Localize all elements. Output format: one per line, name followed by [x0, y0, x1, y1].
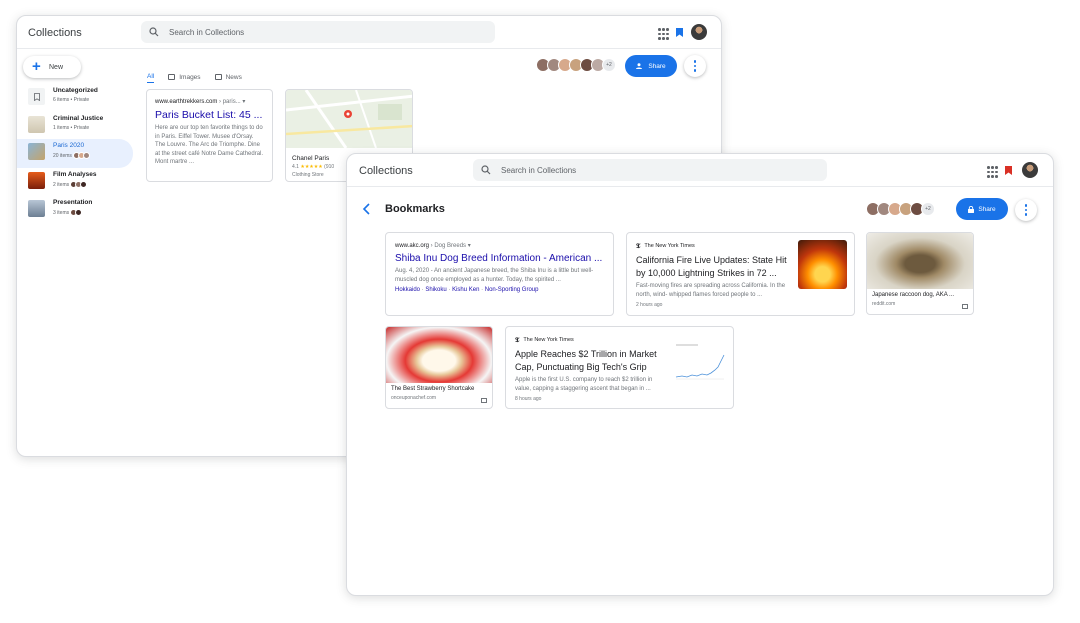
collection-thumbnail: [28, 172, 45, 189]
sidebar-item-criminal-justice[interactable]: Criminal Justice 1 items • Private: [17, 112, 133, 140]
sidebar-item-label: Film Analyses: [53, 171, 97, 178]
map-thumbnail: [286, 90, 412, 149]
search-placeholder: Search in Collections: [501, 165, 577, 175]
back-arrow-icon[interactable]: [361, 202, 373, 216]
sidebar-item-film-analyses[interactable]: Film Analyses 2 items •: [17, 168, 133, 196]
tag-link[interactable]: Shikoku: [425, 287, 446, 293]
collection-thumbnail: [28, 116, 45, 133]
stock-chart-thumbnail: [674, 337, 726, 385]
plus-icon: +: [32, 58, 41, 75]
share-button[interactable]: Share: [956, 198, 1008, 220]
top-bar: Collections Search in Collections: [17, 16, 721, 49]
tag-link[interactable]: Non-Sporting Group: [485, 287, 539, 293]
account-avatar[interactable]: [1022, 162, 1038, 178]
sidebar-item-meta: 6 items • Private: [53, 97, 90, 103]
image-icon: [481, 398, 487, 403]
filter-tabs: All Images News: [147, 71, 256, 83]
tab-images[interactable]: Images: [168, 71, 201, 83]
share-label: Share: [978, 205, 996, 213]
related-tags: Hokkaido · Shikoku · Kishu Ken · Non-Spo…: [395, 287, 539, 293]
collection-thumbnail: [28, 143, 45, 160]
search-input[interactable]: Search in Collections: [473, 159, 827, 181]
more-collaborators-count: +2: [921, 202, 935, 216]
card-title[interactable]: Paris Bucket List: 45 ...: [155, 109, 264, 121]
apps-grid-icon[interactable]: [658, 28, 670, 40]
collaborator-avatars[interactable]: +2: [866, 202, 935, 216]
tag-link[interactable]: Kishu Ken: [452, 287, 479, 293]
card-source: www.earthtrekkers.com › paris... ▾: [155, 99, 246, 105]
sidebar-item-label: Presentation: [53, 199, 93, 206]
search-icon: [149, 27, 159, 37]
image-icon: [962, 304, 968, 309]
app-title: Collections: [28, 27, 82, 39]
sidebar-item-label: Paris 2020: [53, 142, 85, 149]
page-title: Bookmarks: [385, 203, 445, 215]
fire-thumbnail: [798, 240, 847, 289]
account-avatar[interactable]: [691, 24, 707, 40]
shiba-inu-card[interactable]: www.akc.org › Dog Breeds ▾ Shiba Inu Dog…: [385, 232, 614, 316]
share-button[interactable]: Share: [625, 55, 677, 77]
image-icon: [168, 74, 176, 80]
sidebar-item-meta: 2 items •: [53, 181, 96, 188]
raccoon-dog-image: [867, 233, 973, 289]
bookmark-outline-icon: [28, 88, 45, 105]
card-title[interactable]: Apple Reaches $2 Trillion in Market Cap,…: [515, 348, 667, 373]
more-collaborators-count: +2: [602, 58, 616, 72]
tab-all[interactable]: All: [147, 71, 155, 83]
news-icon: [214, 74, 222, 80]
stars-icon: ★★★★★: [300, 164, 323, 170]
card-timestamp: 8 hours ago: [515, 396, 542, 402]
tag-link[interactable]: Hokkaido: [395, 287, 420, 293]
tab-news[interactable]: News: [214, 71, 242, 83]
image-domain: onceuponachef.com: [391, 395, 437, 401]
card-timestamp: 2 hours ago: [636, 302, 663, 308]
card-title[interactable]: California Fire Live Updates: State Hit …: [636, 254, 788, 279]
sidebar-item-paris-2020[interactable]: Paris 2020 20 items •: [17, 139, 133, 168]
sidebar-item-label: Uncategorized: [53, 87, 98, 94]
sidebar-item-meta: 1 items • Private: [53, 125, 90, 131]
california-fire-card[interactable]: 𝕿 The New York Times California Fire Live…: [626, 232, 855, 316]
card-snippet: Aug. 4, 2020 - An ancient Japanese breed…: [395, 268, 594, 283]
shortcake-image: [386, 327, 492, 383]
card-source: www.akc.org › Dog Breeds ▾: [395, 243, 471, 249]
sidebar-item-uncategorized[interactable]: Uncategorized 6 items • Private: [17, 84, 133, 112]
image-caption: Japanese raccoon dog, AKA ...: [872, 292, 955, 298]
bookmark-icon[interactable]: [676, 28, 683, 37]
search-input[interactable]: Search in Collections: [141, 21, 495, 43]
card-snippet: Fast-moving fires are spreading across C…: [636, 283, 786, 298]
search-placeholder: Search in Collections: [169, 27, 245, 37]
sidebar-item-meta: 20 items •: [53, 152, 91, 159]
new-button-label: New: [49, 63, 64, 71]
raccoon-dog-card[interactable]: Japanese raccoon dog, AKA ... reddit.com: [866, 232, 974, 315]
search-icon: [481, 165, 491, 175]
app-title: Collections: [359, 165, 413, 177]
top-bar: Collections Search in Collections: [347, 154, 1053, 187]
collaborator-avatars[interactable]: +2: [536, 58, 616, 72]
lock-icon: [968, 205, 975, 213]
card-snippet: Apple is the first U.S. company to reach…: [515, 377, 653, 392]
apps-grid-icon[interactable]: [987, 166, 999, 178]
share-label: Share: [648, 62, 666, 70]
more-options-button[interactable]: [684, 55, 706, 77]
collections-window-front: Collections Search in Collections Bookma…: [346, 153, 1054, 596]
apple-trillion-card[interactable]: 𝕿 The New York Times Apple Reaches $2 Tri…: [505, 326, 734, 409]
card-snippet: Here are our top ten favorite things to …: [155, 125, 264, 165]
sidebar-item-label: Criminal Justice: [53, 115, 104, 122]
card-title[interactable]: Shiba Inu Dog Breed Information - Americ…: [395, 253, 604, 264]
paris-bucket-list-card[interactable]: www.earthtrekkers.com › paris... ▾ Paris…: [146, 89, 273, 182]
new-button[interactable]: + New: [23, 56, 81, 78]
strawberry-shortcake-card[interactable]: The Best Strawberry Shortcake onceuponac…: [385, 326, 493, 409]
more-options-button[interactable]: [1015, 199, 1037, 221]
sidebar-item-presentation[interactable]: Presentation 3 items •: [17, 196, 133, 224]
sidebar-item-meta: 3 items •: [53, 209, 92, 216]
nyt-logo-icon: 𝕿: [515, 335, 520, 344]
add-person-icon: [636, 63, 643, 69]
bookmark-icon[interactable]: [1005, 166, 1012, 175]
image-domain: reddit.com: [872, 301, 896, 307]
image-caption: The Best Strawberry Shortcake: [391, 386, 475, 392]
collection-thumbnail: [28, 200, 45, 217]
nyt-logo-icon: 𝕿: [636, 241, 641, 250]
